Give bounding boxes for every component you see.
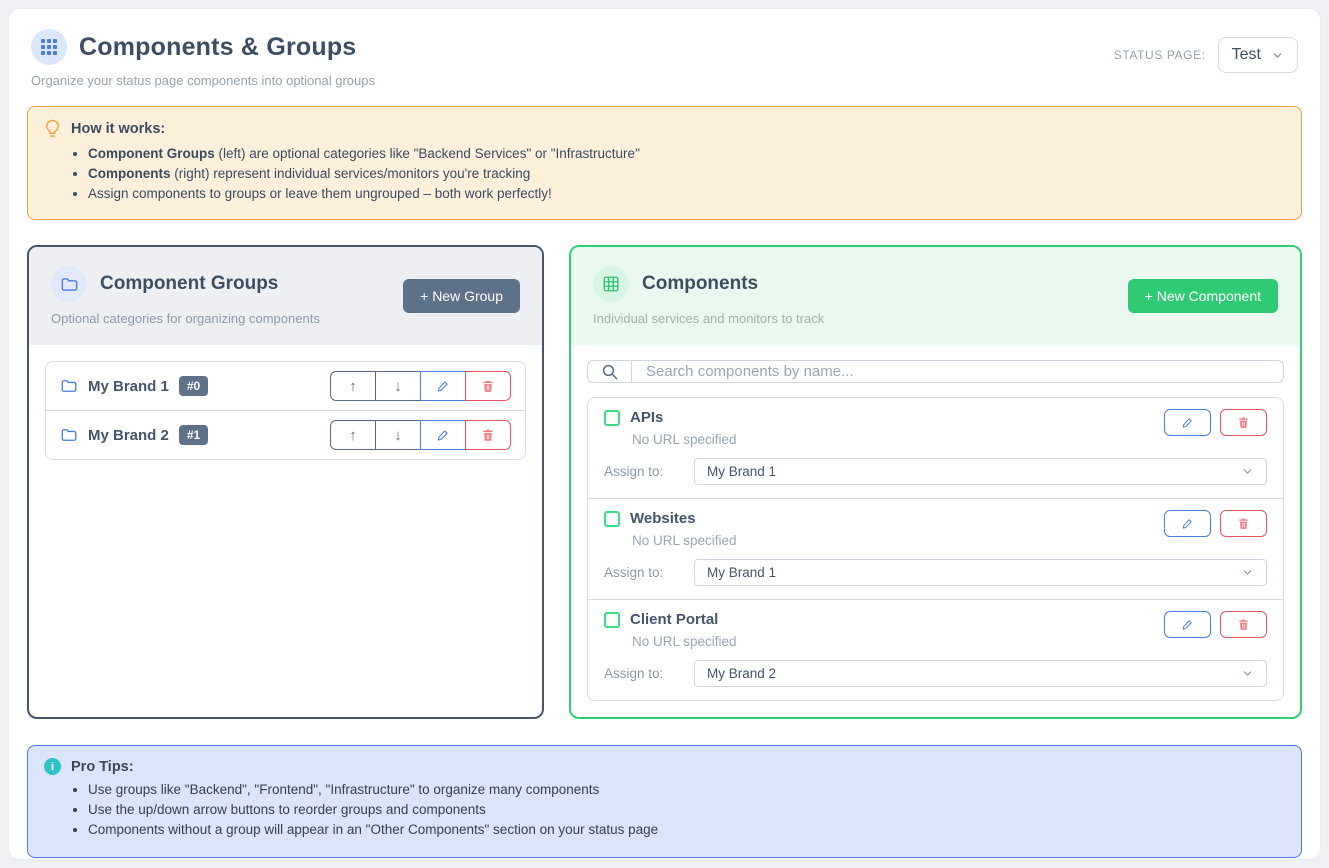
pro-tips-item: Components without a group will appear i… (88, 822, 1285, 837)
edit-component-button[interactable] (1164, 611, 1211, 638)
pro-tips-item: Use the up/down arrow buttons to reorder… (88, 802, 1285, 817)
pro-tips-item: Use groups like "Backend", "Frontend", "… (88, 782, 1285, 797)
how-it-works-item: Assign components to groups or leave the… (88, 186, 1285, 201)
group-row: My Brand 1 #0 ↑ ↓ (46, 362, 525, 411)
chevron-down-icon (1241, 465, 1254, 478)
how-it-works-item: Component Groups (left) are optional cat… (88, 146, 1285, 161)
delete-group-button[interactable] (465, 371, 511, 401)
edit-group-button[interactable] (420, 420, 466, 450)
trash-icon (1237, 416, 1250, 429)
assign-group-select[interactable]: My Brand 2 (694, 660, 1267, 687)
folder-icon (51, 266, 87, 302)
groups-panel-title: Component Groups (100, 273, 278, 295)
chevron-down-icon (1271, 49, 1284, 62)
components-panel: Components Individual services and monit… (569, 245, 1302, 719)
how-it-works-box: How it works: Component Groups (left) ar… (27, 106, 1302, 220)
grid-table-icon (593, 266, 629, 302)
pencil-icon (1181, 517, 1194, 530)
pencil-icon (436, 428, 450, 442)
move-up-button[interactable]: ↑ (330, 371, 376, 401)
component-checkbox[interactable] (604, 511, 620, 527)
assign-to-label: Assign to: (604, 464, 694, 479)
status-page-select[interactable]: Test (1218, 37, 1298, 73)
components-panel-title: Components (642, 273, 758, 295)
component-row: Client Portal No URL specified (588, 600, 1283, 700)
grid-dots-icon (31, 29, 67, 65)
component-url-note: No URL specified (632, 634, 737, 649)
group-order-badge: #1 (179, 425, 208, 445)
assign-group-select[interactable]: My Brand 1 (694, 458, 1267, 485)
move-down-button[interactable]: ↓ (375, 371, 421, 401)
chevron-down-icon (1241, 667, 1254, 680)
search-input[interactable] (632, 361, 1283, 382)
page-header: Components & Groups Organize your status… (9, 9, 1320, 88)
trash-icon (481, 379, 495, 393)
delete-group-button[interactable] (465, 420, 511, 450)
pro-tips-list: Use groups like "Backend", "Frontend", "… (88, 782, 1285, 837)
folder-icon (60, 377, 78, 395)
trash-icon (1237, 517, 1250, 530)
delete-component-button[interactable] (1220, 510, 1267, 537)
status-page-value: Test (1232, 46, 1261, 64)
new-group-button[interactable]: + New Group (403, 279, 520, 313)
component-name: Client Portal (630, 611, 718, 628)
new-component-button[interactable]: + New Component (1128, 279, 1278, 313)
status-page-label: STATUS PAGE: (1114, 48, 1206, 62)
edit-component-button[interactable] (1164, 510, 1211, 537)
component-checkbox[interactable] (604, 612, 620, 628)
trash-icon (481, 428, 495, 442)
page-title: Components & Groups (79, 33, 356, 62)
up-arrow-icon: ↑ (349, 427, 357, 444)
group-order-badge: #0 (179, 376, 208, 396)
component-url-note: No URL specified (632, 533, 737, 548)
info-icon: i (44, 758, 61, 775)
group-name: My Brand 1 (88, 378, 169, 395)
chevron-down-icon (1241, 566, 1254, 579)
down-arrow-icon: ↓ (394, 378, 402, 395)
delete-component-button[interactable] (1220, 409, 1267, 436)
search-icon (588, 361, 632, 382)
group-row: My Brand 2 #1 ↑ ↓ (46, 411, 525, 459)
edit-group-button[interactable] (420, 371, 466, 401)
up-arrow-icon: ↑ (349, 378, 357, 395)
edit-component-button[interactable] (1164, 409, 1211, 436)
component-checkbox[interactable] (604, 410, 620, 426)
components-header: Components Individual services and monit… (571, 247, 1300, 345)
assign-group-select[interactable]: My Brand 1 (694, 559, 1267, 586)
components-panel-subtitle: Individual services and monitors to trac… (593, 311, 824, 326)
component-groups-header: Component Groups Optional categories for… (29, 247, 542, 345)
move-down-button[interactable]: ↓ (375, 420, 421, 450)
lightbulb-icon (44, 119, 61, 139)
pencil-icon (1181, 618, 1194, 631)
groups-panel-subtitle: Optional categories for organizing compo… (51, 311, 320, 326)
delete-component-button[interactable] (1220, 611, 1267, 638)
pro-tips-box: i Pro Tips: Use groups like "Backend", "… (27, 745, 1302, 858)
component-groups-panel: Component Groups Optional categories for… (27, 245, 544, 719)
group-list: My Brand 1 #0 ↑ ↓ (45, 361, 526, 460)
assign-to-label: Assign to: (604, 666, 694, 681)
pencil-icon (1181, 416, 1194, 429)
pro-tips-title: Pro Tips: (71, 759, 134, 775)
trash-icon (1237, 618, 1250, 631)
main-card: Components & Groups Organize your status… (8, 8, 1321, 860)
folder-icon (60, 426, 78, 444)
component-row: Websites No URL specified (588, 499, 1283, 600)
component-url-note: No URL specified (632, 432, 737, 447)
page-subtitle: Organize your status page components int… (31, 73, 375, 88)
component-list: APIs No URL specified (587, 397, 1284, 701)
component-name: APIs (630, 409, 663, 426)
assign-to-label: Assign to: (604, 565, 694, 580)
component-name: Websites (630, 510, 696, 527)
move-up-button[interactable]: ↑ (330, 420, 376, 450)
how-it-works-item: Components (right) represent individual … (88, 166, 1285, 181)
component-search (587, 360, 1284, 383)
how-it-works-title: How it works: (71, 121, 165, 137)
group-name: My Brand 2 (88, 427, 169, 444)
pencil-icon (436, 379, 450, 393)
component-row: APIs No URL specified (588, 398, 1283, 499)
how-it-works-list: Component Groups (left) are optional cat… (88, 146, 1285, 201)
down-arrow-icon: ↓ (394, 427, 402, 444)
